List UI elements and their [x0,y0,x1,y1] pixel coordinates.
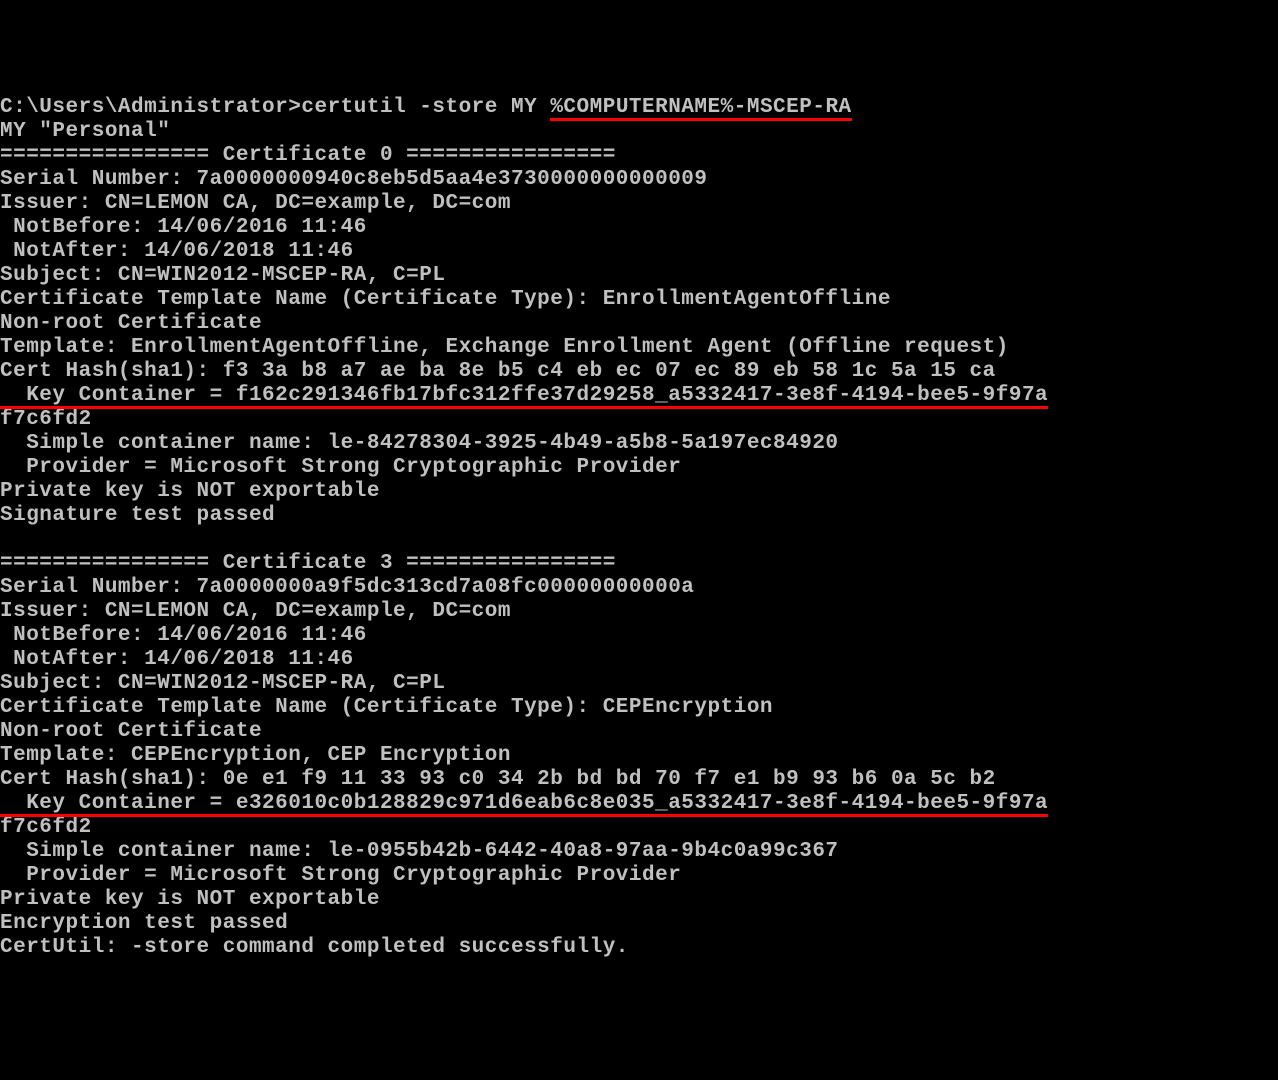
prompt: C:\Users\Administrator> [0,96,301,119]
cert3-subject: Subject: CN=WIN2012-MSCEP-RA, C=PL [0,672,1278,696]
cert0-nonroot: Non-root Certificate [0,312,1278,336]
cert3-issuer: Issuer: CN=LEMON CA, DC=example, DC=com [0,600,1278,624]
cert0-hash: Cert Hash(sha1): f3 3a b8 a7 ae ba 8e b5… [0,360,1278,384]
cert3-nonroot: Non-root Certificate [0,720,1278,744]
final-line: CertUtil: -store command completed succe… [0,936,1278,960]
cert3-private: Private key is NOT exportable [0,888,1278,912]
cert3-hash: Cert Hash(sha1): 0e e1 f9 11 33 93 c0 34… [0,768,1278,792]
cert0-template: Template: EnrollmentAgentOffline, Exchan… [0,336,1278,360]
cert0-notafter: NotAfter: 14/06/2018 11:46 [0,240,1278,264]
cert3-keycontainer2: f7c6fd2 [0,816,1278,840]
cert3-notbefore: NotBefore: 14/06/2016 11:46 [0,624,1278,648]
cert3-keycontainer-line: Key Container = e326010c0b128829c971d6ea… [0,792,1278,816]
cert0-templatename: Certificate Template Name (Certificate T… [0,288,1278,312]
cert0-issuer: Issuer: CN=LEMON CA, DC=example, DC=com [0,192,1278,216]
cert3-test: Encryption test passed [0,912,1278,936]
cert3-keycontainer-highlighted: Key Container = e326010c0b128829c971d6ea… [0,792,1048,815]
cert0-private: Private key is NOT exportable [0,480,1278,504]
cert3-provider: Provider = Microsoft Strong Cryptographi… [0,864,1278,888]
cert3-header: ================ Certificate 3 =========… [0,552,1278,576]
cert0-subject: Subject: CN=WIN2012-MSCEP-RA, C=PL [0,264,1278,288]
cert0-simple: Simple container name: le-84278304-3925-… [0,432,1278,456]
cert3-templatename: Certificate Template Name (Certificate T… [0,696,1278,720]
cert3-serial: Serial Number: 7a0000000a9f5dc313cd7a08f… [0,576,1278,600]
terminal-window[interactable]: C:\Users\Administrator>certutil -store M… [0,96,1278,960]
cert3-notafter: NotAfter: 14/06/2018 11:46 [0,648,1278,672]
cert0-notbefore: NotBefore: 14/06/2016 11:46 [0,216,1278,240]
command-argument-highlighted: %COMPUTERNAME%-MSCEP-RA [550,96,851,119]
cert0-test: Signature test passed [0,504,1278,528]
cert3-simple: Simple container name: le-0955b42b-6442-… [0,840,1278,864]
command-prompt-line: C:\Users\Administrator>certutil -store M… [0,96,1278,120]
store-line: MY "Personal" [0,120,1278,144]
cert0-serial: Serial Number: 7a0000000940c8eb5d5aa4e37… [0,168,1278,192]
cert0-keycontainer-line: Key Container = f162c291346fb17bfc312ffe… [0,384,1278,408]
cert0-provider: Provider = Microsoft Strong Cryptographi… [0,456,1278,480]
cert3-template: Template: CEPEncryption, CEP Encryption [0,744,1278,768]
cert0-keycontainer2: f7c6fd2 [0,408,1278,432]
cert0-header: ================ Certificate 0 =========… [0,144,1278,168]
cert0-keycontainer-highlighted: Key Container = f162c291346fb17bfc312ffe… [0,384,1048,407]
command-text: certutil -store MY [301,96,550,119]
blank-line [0,528,1278,552]
